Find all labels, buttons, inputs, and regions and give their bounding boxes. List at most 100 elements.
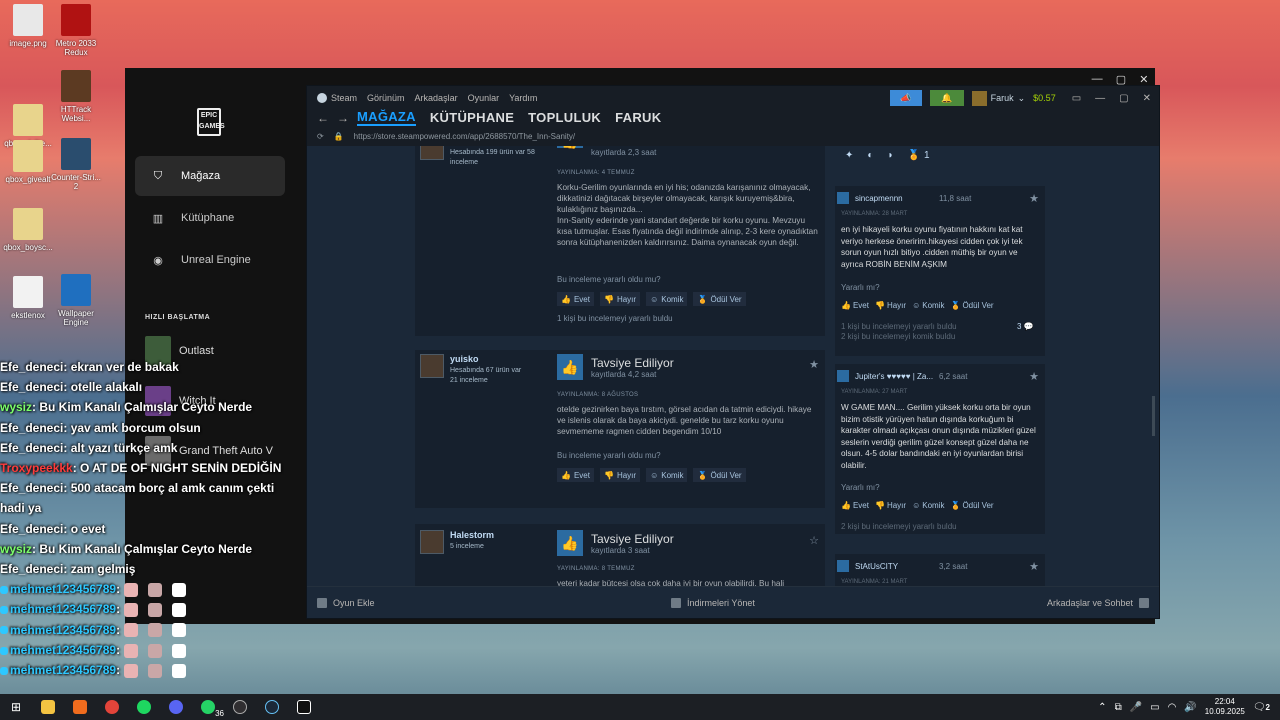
avatar[interactable]: [420, 354, 444, 378]
chat-username[interactable]: Troxypeekkk: [0, 461, 73, 475]
chat-username[interactable]: Efe_deneci: [0, 562, 63, 576]
microphone-icon[interactable]: 🎤: [1130, 702, 1142, 713]
taskbar-discord[interactable]: [160, 694, 192, 720]
star-icon[interactable]: ★: [1029, 192, 1039, 205]
tab-community[interactable]: TOPLULUK: [528, 110, 601, 125]
minimize-icon[interactable]: —: [1095, 93, 1105, 104]
menu-friends[interactable]: Arkadaşlar: [415, 93, 458, 103]
vote-yes-button[interactable]: 👍 Evet: [841, 501, 869, 510]
maximize-icon[interactable]: ▢: [1119, 93, 1128, 104]
desktop-icon[interactable]: qbox_boysc...: [0, 208, 56, 252]
star-icon[interactable]: ★: [1029, 560, 1039, 573]
vote-no-button[interactable]: 👎 Hayır: [875, 501, 906, 510]
taskbar-spotify[interactable]: [128, 694, 160, 720]
review-username[interactable]: Jupiter's ♥♥♥♥♥ | Za...: [855, 372, 933, 381]
chat-username[interactable]: Efe_deneci: [0, 481, 63, 495]
award-button[interactable]: 🏅 Ödül Ver: [950, 501, 993, 510]
epic-logo[interactable]: EPIC GAMES: [197, 108, 225, 136]
vote-funny-button[interactable]: ☺ Komik: [646, 292, 688, 306]
chat-username[interactable]: wysiz: [0, 542, 32, 556]
chat-username[interactable]: mehmet123456789: [10, 602, 116, 616]
flag-icon[interactable]: ☆: [809, 534, 819, 547]
user-menu[interactable]: Faruk ⌄ $0.57: [971, 90, 1056, 106]
menu-steam[interactable]: Steam: [317, 93, 357, 103]
wifi-icon[interactable]: ◠: [1168, 702, 1177, 713]
plus-icon: [317, 597, 327, 608]
epic-nav-store[interactable]: ⛉ Mağaza: [135, 156, 285, 196]
close-icon[interactable]: ✕: [1143, 93, 1151, 104]
taskbar-app[interactable]: [64, 694, 96, 720]
comment-count[interactable]: 3 💬: [1017, 322, 1034, 331]
desktop-icon[interactable]: Metro 2033 Redux: [48, 4, 104, 57]
chat-username[interactable]: Efe_deneci: [0, 441, 63, 455]
review-username[interactable]: yuisko: [450, 354, 479, 364]
review-username[interactable]: StAtUsCITY: [855, 562, 898, 571]
vote-yes-button[interactable]: 👍 Evet: [557, 292, 594, 306]
avatar[interactable]: [420, 530, 444, 554]
chat-username[interactable]: mehmet123456789: [10, 582, 116, 596]
notification-icon[interactable]: 🗨2: [1253, 702, 1270, 713]
scrollbar[interactable]: [1152, 396, 1155, 436]
battery-icon[interactable]: ▭: [1150, 702, 1159, 713]
network-icon[interactable]: ⧉: [1115, 702, 1122, 713]
friends-chat-button[interactable]: Arkadaşlar ve Sohbet: [1047, 597, 1149, 608]
vote-funny-button[interactable]: ☺ Komik: [912, 301, 944, 310]
review-username[interactable]: sincapmennn: [855, 194, 903, 203]
chat-username[interactable]: wysiz: [0, 400, 32, 414]
chat-username[interactable]: Efe_deneci: [0, 421, 63, 435]
chat-username[interactable]: Efe_deneci: [0, 380, 63, 394]
avatar[interactable]: [420, 146, 444, 160]
chat-username[interactable]: Efe_deneci: [0, 360, 63, 374]
notifications-button[interactable]: 🔔: [929, 90, 964, 106]
award-button[interactable]: 🏅 Ödül Ver: [693, 468, 746, 482]
desktop-icon[interactable]: HTTrack Websi...: [48, 70, 104, 123]
tab-profile[interactable]: FARUK: [615, 110, 661, 125]
maximize-icon[interactable]: ▢: [1116, 73, 1126, 86]
star-icon[interactable]: ★: [1029, 370, 1039, 383]
taskbar-whatsapp[interactable]: 36: [192, 694, 224, 720]
reload-icon[interactable]: ⟳: [317, 132, 324, 141]
minimize-icon[interactable]: —: [1092, 73, 1103, 85]
taskbar-steam[interactable]: [256, 694, 288, 720]
menu-games[interactable]: Oyunlar: [468, 93, 500, 103]
taskbar-obs[interactable]: [224, 694, 256, 720]
back-arrow-icon[interactable]: ←: [317, 111, 337, 125]
vote-yes-button[interactable]: 👍 Evet: [557, 468, 594, 482]
taskbar-epic[interactable]: [288, 694, 320, 720]
award-button[interactable]: 🏅 Ödül Ver: [693, 292, 746, 306]
review-username[interactable]: Halestorm: [450, 530, 494, 540]
vote-no-button[interactable]: 👎 Hayır: [599, 468, 641, 482]
announcements-button[interactable]: 📣: [889, 90, 922, 106]
taskbar-chrome[interactable]: [96, 694, 128, 720]
chat-username[interactable]: mehmet123456789: [10, 663, 116, 677]
close-icon[interactable]: ✕: [1139, 73, 1148, 86]
clock[interactable]: 22:04 10.09.2025: [1205, 697, 1245, 717]
taskbar-explorer[interactable]: [32, 694, 64, 720]
award-button[interactable]: 🏅 Ödül Ver: [950, 301, 993, 310]
chat-username[interactable]: mehmet123456789: [10, 623, 116, 637]
flag-icon[interactable]: ★: [809, 358, 819, 371]
menu-view[interactable]: Görünüm: [367, 93, 405, 103]
epic-nav-library[interactable]: ▥ Kütüphane: [135, 198, 285, 238]
add-game-button[interactable]: Oyun Ekle: [317, 597, 375, 608]
big-picture-icon[interactable]: ▭: [1072, 93, 1081, 104]
vote-funny-button[interactable]: ☺ Komik: [646, 468, 688, 482]
chat-username[interactable]: mehmet123456789: [10, 643, 116, 657]
vote-yes-button[interactable]: 👍 Evet: [841, 301, 869, 310]
desktop-icon[interactable]: Wallpaper Engine: [48, 274, 104, 327]
url-text[interactable]: https://store.steampowered.com/app/26885…: [354, 132, 575, 141]
chevron-up-icon[interactable]: ⌃: [1098, 702, 1106, 713]
volume-icon[interactable]: 🔊: [1184, 702, 1196, 713]
downloads-button[interactable]: İndirmeleri Yönet: [671, 597, 755, 608]
epic-nav-unreal[interactable]: ◉ Unreal Engine: [135, 240, 285, 280]
tab-library[interactable]: KÜTÜPHANE: [430, 110, 514, 125]
vote-no-button[interactable]: 👎 Hayır: [599, 292, 641, 306]
vote-no-button[interactable]: 👎 Hayır: [875, 301, 906, 310]
tab-store[interactable]: MAĞAZA: [357, 109, 416, 126]
forward-arrow-icon[interactable]: →: [337, 111, 357, 125]
menu-help[interactable]: Yardım: [509, 93, 537, 103]
chat-username[interactable]: Efe_deneci: [0, 522, 63, 536]
vote-funny-button[interactable]: ☺ Komik: [912, 501, 944, 510]
desktop-icon[interactable]: Counter-Stri... 2: [48, 138, 104, 191]
start-button[interactable]: ⊞: [0, 694, 32, 720]
